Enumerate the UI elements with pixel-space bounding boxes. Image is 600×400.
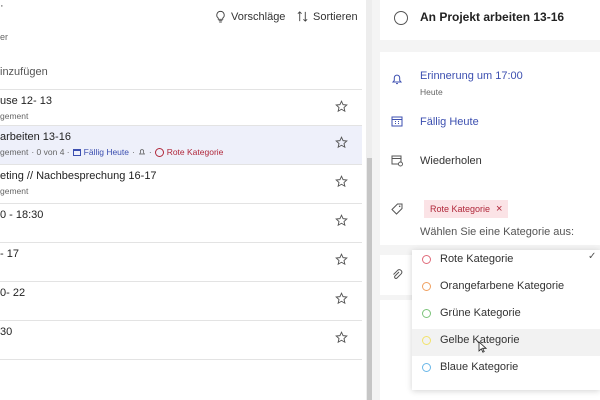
category-dropdown: Rote Kategorie ✓ Orangefarbene Kategorie… [412,250,600,390]
paperclip-icon[interactable] [390,268,404,282]
due-date-label[interactable]: Fällig Heute [420,116,479,128]
task-row[interactable]: 0- 22 [0,282,362,320]
calendar-icon [72,148,81,156]
task-list-name: gement [0,111,29,121]
option-label: Blaue Kategorie [440,361,519,373]
red-dot-icon [422,255,431,264]
star-icon[interactable] [335,331,348,344]
task-row[interactable]: use 12- 13 gement [0,90,362,128]
category-chip[interactable]: Rote Kategorie × [424,200,509,218]
detail-task-title[interactable]: An Projekt arbeiten 13-16 [420,10,564,24]
divider [0,359,362,360]
task-title: 0- 22 [0,287,26,299]
task-title: arbeiten 13-16 [0,131,71,143]
calendar-icon [391,116,403,127]
task-row[interactable]: 0 - 18:30 [0,204,362,242]
option-label: Grüne Kategorie [440,307,521,319]
add-task-input[interactable]: inzufügen [0,66,48,78]
category-option-blue[interactable]: Blaue Kategorie [412,356,600,383]
complete-task-checkbox[interactable] [394,11,408,25]
task-header-card: An Projekt arbeiten 13-16 [380,0,600,40]
option-label: Rote Kategorie [440,253,514,265]
reminder-label[interactable]: Erinnerung um 17:00 [420,70,523,82]
task-meta: gement [0,186,28,196]
sort-label: Sortieren [313,10,358,23]
task-title: 0 - 18:30 [0,209,44,221]
bell-icon [391,74,403,85]
category-chip-label: Rote Kategorie [430,204,491,214]
task-list-pane: · er Vorschläge Sortieren inzufügen use … [0,0,366,400]
star-icon[interactable] [335,214,348,227]
dates-card: Erinnerung um 17:00 Heute Fällig Heute W… [380,52,600,190]
category-option-red[interactable]: Rote Kategorie ✓ [412,248,600,275]
remove-category-icon[interactable]: × [496,203,502,215]
task-row[interactable]: eting // Nachbesprechung 16-17 gement [0,165,362,203]
task-row-selected[interactable]: arbeiten 13-16 gement · 0 von 4 · Fällig… [0,126,362,164]
category-option-yellow[interactable]: Gelbe Kategorie [412,329,600,356]
task-title: - 17 [0,248,19,260]
task-meta: gement · 0 von 4 · Fällig Heute · · Rote… [0,147,224,157]
sort-button[interactable]: Sortieren [296,10,358,23]
circle-icon [154,147,164,157]
star-icon[interactable] [335,292,348,305]
task-row[interactable]: 30 [0,321,362,359]
task-meta: gement [0,111,28,121]
blue-dot-icon [422,363,431,372]
green-dot-icon [422,309,431,318]
yellow-dot-icon [422,336,431,345]
repeat-label[interactable]: Wiederholen [420,155,482,167]
mouse-cursor-icon [478,341,487,353]
star-icon[interactable] [335,253,348,266]
star-icon[interactable] [335,100,348,113]
task-progress: · 0 von 4 · [31,147,70,157]
task-due: Fällig Heute [83,147,129,157]
list-title: · [0,0,4,12]
task-list-name: gement [0,147,29,157]
category-option-green[interactable]: Grüne Kategorie [412,302,600,329]
checkmark-icon: ✓ [588,251,597,262]
orange-dot-icon [422,282,431,291]
list-subtitle: er [0,32,9,42]
category-option-orange[interactable]: Orangefarbene Kategorie [412,275,600,302]
bell-icon [138,149,145,155]
tag-icon [391,203,403,215]
task-title: 30 [0,326,13,338]
task-row[interactable]: - 17 [0,243,362,281]
repeat-icon [391,155,403,167]
category-hint: Wählen Sie eine Kategorie aus: [420,226,575,238]
task-title: use 12- 13 [0,95,52,107]
suggestions-label: Vorschläge [231,10,286,23]
lightbulb-icon [216,10,225,23]
suggestions-button[interactable]: Vorschläge [214,10,285,23]
sort-icon [297,11,308,22]
reminder-sub: Heute [420,87,443,97]
star-icon[interactable] [335,175,348,188]
star-icon[interactable] [335,136,348,149]
task-category: Rote Kategorie [166,147,224,157]
task-list-name: gement [0,186,29,196]
task-title: eting // Nachbesprechung 16-17 [0,170,157,182]
option-label: Orangefarbene Kategorie [440,280,565,292]
